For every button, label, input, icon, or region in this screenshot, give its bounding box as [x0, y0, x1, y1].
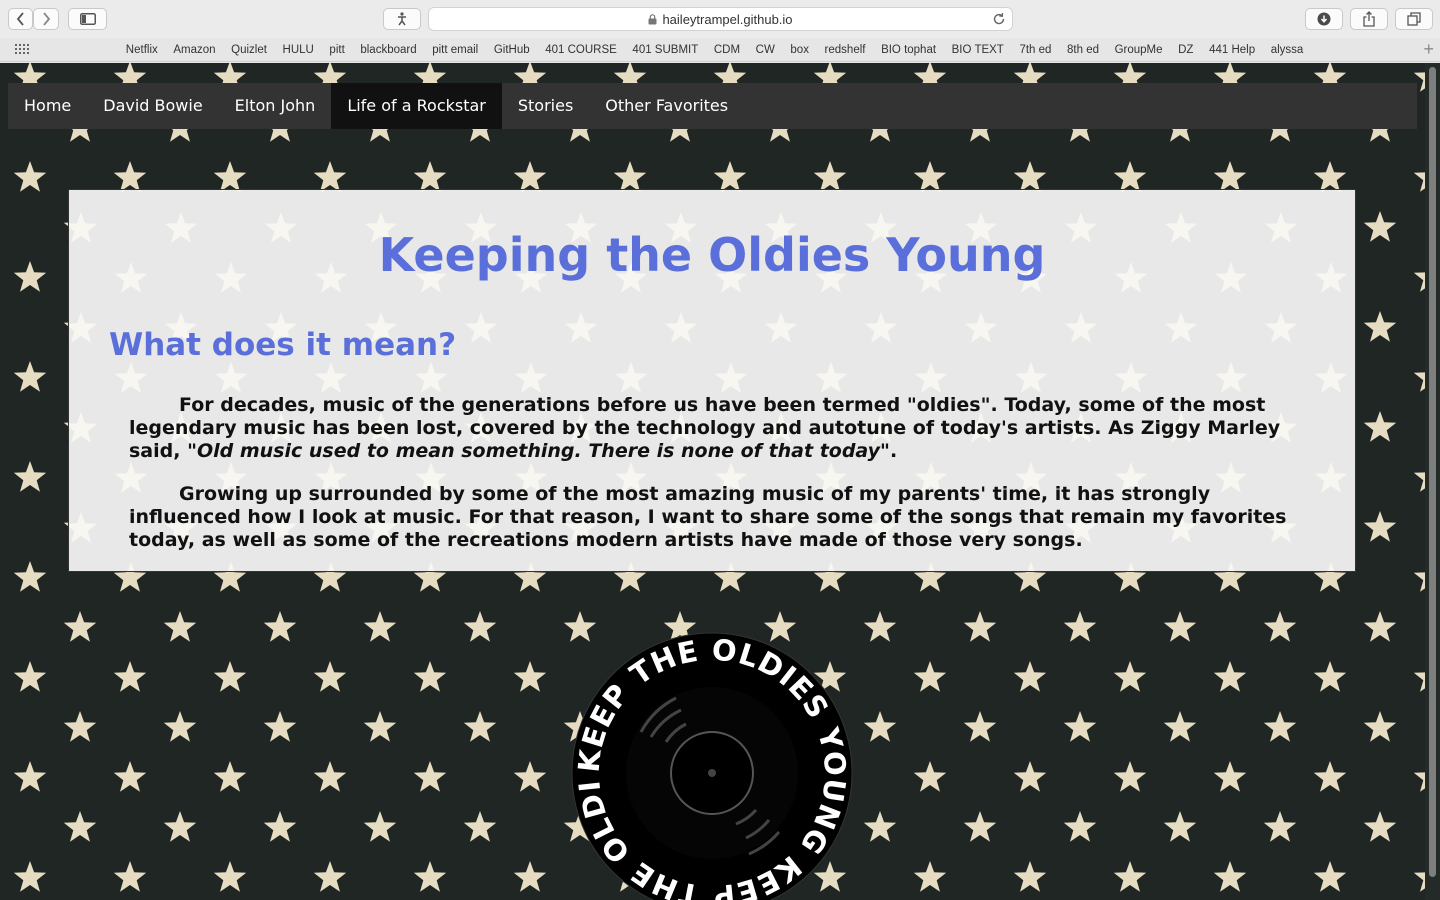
scrollbar-thumb[interactable]	[1429, 67, 1436, 877]
favorite-item[interactable]: Amazon	[166, 44, 224, 56]
share-icon	[1363, 11, 1375, 27]
favorite-item[interactable]: HULU	[275, 44, 322, 56]
nav-life-of-a-rockstar[interactable]: Life of a Rockstar	[331, 83, 502, 129]
favorite-item[interactable]: BIO TEXT	[944, 44, 1012, 56]
reload-icon[interactable]	[992, 12, 1006, 26]
grid-icon[interactable]	[15, 44, 30, 55]
section-heading: What does it mean?	[109, 327, 457, 363]
browser-toolbar: haileytrampel.github.io	[0, 0, 1440, 38]
favorite-item[interactable]: Quizlet	[223, 44, 274, 56]
favorite-item[interactable]: pitt	[322, 44, 353, 56]
nav-other-favorites[interactable]: Other Favorites	[589, 83, 744, 129]
para1-end: .	[889, 440, 898, 462]
intro-paragraph-2: Growing up surrounded by some of the mos…	[129, 483, 1287, 551]
favorite-item[interactable]: blackboard	[353, 44, 425, 56]
sidebar-button[interactable]	[68, 8, 107, 30]
favorite-item[interactable]: 441 Help	[1201, 44, 1263, 56]
ziggy-marley-quote: "Old music used to mean something. There…	[187, 440, 890, 462]
nav-stories[interactable]: Stories	[502, 83, 589, 129]
favorites-list: Netflix Amazon Quizlet HULU pitt blackboard pi…	[118, 38, 1311, 62]
favorite-item[interactable]: 401 SUBMIT	[625, 44, 706, 56]
back-button[interactable]	[8, 8, 33, 30]
nav-elton-john[interactable]: Elton John	[219, 83, 332, 129]
intro-paragraph-1: For decades, music of the generations be…	[129, 394, 1294, 463]
vinyl-record-logo: KEEP THE OLDIES YOUNG KEEP THE OLDIES YO…	[571, 632, 853, 900]
favorite-item[interactable]: DZ	[1170, 44, 1201, 56]
chevron-right-icon	[43, 12, 51, 26]
favorite-item[interactable]: redshelf	[817, 44, 874, 56]
url-text: haileytrampel.github.io	[662, 11, 793, 27]
favorite-item[interactable]: alyssa	[1263, 44, 1311, 56]
share-button[interactable]	[1350, 8, 1388, 30]
forward-button[interactable]	[33, 8, 59, 30]
downloads-button[interactable]	[1305, 8, 1343, 30]
new-tab-plus-icon[interactable]: +	[1423, 40, 1434, 58]
favorite-item[interactable]: GitHub	[486, 44, 537, 56]
favorite-item[interactable]: Netflix	[118, 44, 166, 56]
address-bar[interactable]: haileytrampel.github.io	[428, 7, 1013, 31]
favorite-item[interactable]: CDM	[706, 44, 748, 56]
favorite-item[interactable]: BIO tophat	[873, 44, 944, 56]
download-icon	[1317, 12, 1331, 26]
accessibility-icon	[398, 12, 406, 26]
favorite-item[interactable]: 401 COURSE	[537, 44, 624, 56]
favorite-item[interactable]: 8th ed	[1059, 44, 1107, 56]
favorite-item[interactable]: 7th ed	[1012, 44, 1060, 56]
favorites-bar: Netflix Amazon Quizlet HULU pitt blackboard pi…	[0, 38, 1440, 62]
nav-david-bowie[interactable]: David Bowie	[87, 83, 218, 129]
chevron-left-icon	[16, 12, 24, 26]
favorite-item[interactable]: GroupMe	[1107, 44, 1171, 56]
tabs-button[interactable]	[1395, 8, 1433, 30]
tabs-icon	[1407, 12, 1421, 26]
favorite-item[interactable]: pitt email	[424, 44, 486, 56]
sidebar-icon	[79, 13, 96, 25]
favorite-item[interactable]: box	[783, 44, 817, 56]
top-nav: Home David Bowie Elton John Life of a Ro…	[8, 83, 1417, 129]
nav-home[interactable]: Home	[8, 83, 87, 129]
lock-icon	[648, 13, 657, 24]
reader-button[interactable]	[383, 8, 421, 30]
page-title: Keeping the Oldies Young	[378, 228, 1046, 282]
favorite-item[interactable]: CW	[748, 44, 783, 56]
page-viewport: Home David Bowie Elton John Life of a Ro…	[0, 63, 1425, 900]
vertical-scrollbar[interactable]	[1425, 63, 1440, 900]
intro-card: Keeping the Oldies Young What does it me…	[68, 189, 1356, 572]
